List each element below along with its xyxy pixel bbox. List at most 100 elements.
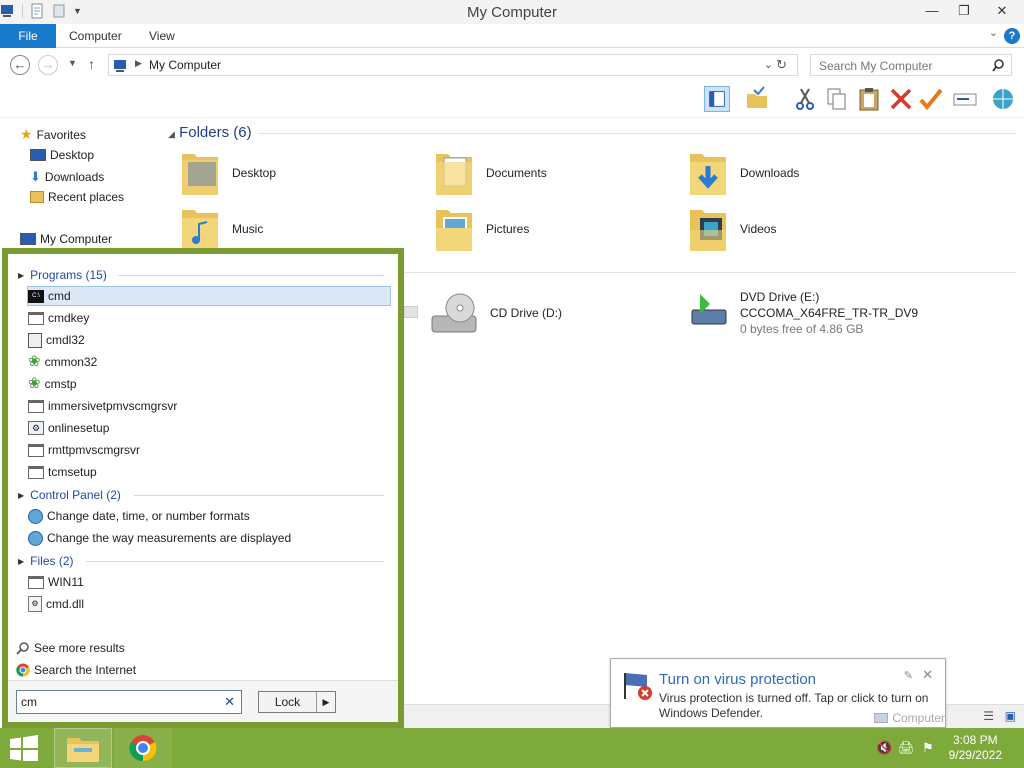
action-center-icon[interactable]: ⚑	[922, 740, 934, 756]
clear-search-icon[interactable]: ✕	[224, 694, 235, 710]
nav-favorites[interactable]: ★ Favorites	[20, 126, 86, 143]
taskbar-file-explorer[interactable]	[54, 728, 112, 768]
folder-videos[interactable]: Videos	[688, 204, 776, 254]
start-button[interactable]	[0, 728, 48, 768]
check-icon[interactable]	[918, 86, 944, 112]
paste-icon[interactable]	[856, 86, 882, 112]
control-measurements[interactable]: Change the way measurements are displaye…	[28, 528, 291, 548]
volume-muted-icon[interactable]: 🔇	[876, 740, 892, 756]
network-globe-icon[interactable]	[990, 86, 1016, 112]
program-onlinesetup[interactable]: ⚙ onlinesetup	[28, 418, 109, 438]
dvd-drive[interactable]: DVD Drive (E:) CCCOMA_X64FRE_TR-TR_DV9 0…	[690, 290, 918, 336]
notification-source: Computer	[874, 711, 945, 725]
folder-pictures-label: Pictures	[486, 222, 530, 236]
nav-desktop[interactable]: Desktop	[30, 148, 94, 162]
address-path: My Computer	[149, 58, 222, 72]
breadcrumb-chevron-icon[interactable]: ▶	[135, 58, 142, 69]
file-window-icon	[28, 575, 44, 589]
files-section-header[interactable]: ▶ Files (2)	[18, 554, 74, 568]
program-cmd[interactable]: C:\ cmd	[27, 286, 391, 306]
help-icon[interactable]: ?	[1004, 28, 1020, 44]
maximize-button[interactable]: ❐	[948, 0, 980, 22]
programs-section-header[interactable]: ▶ Programs (15)	[18, 268, 107, 282]
downloads-icon: ⬇	[30, 169, 41, 184]
dvd-drive-free-space: 0 bytes free of 4.86 GB	[740, 322, 864, 336]
search-input[interactable]: Search My Computer	[810, 54, 1012, 76]
computer-icon[interactable]	[0, 3, 16, 19]
folder-options-icon[interactable]	[744, 86, 770, 112]
close-notification-icon[interactable]: ✕	[922, 667, 933, 683]
new-folder-icon[interactable]	[51, 3, 67, 19]
control-date-time-formats[interactable]: Change date, time, or number formats	[28, 506, 250, 526]
file-cmd-dll[interactable]: ⚙ cmd.dll	[28, 594, 84, 614]
delete-icon[interactable]	[888, 86, 914, 112]
copy-icon[interactable]	[824, 86, 850, 112]
connection-profile-icon: ❀	[28, 375, 41, 392]
network-icon[interactable]: 🖨	[898, 740, 915, 756]
folder-documents[interactable]: Documents	[434, 148, 547, 198]
region-globe-icon	[28, 530, 43, 546]
address-bar[interactable]: ▶ My Computer ⌄	[108, 54, 798, 76]
program-cmdl32[interactable]: cmdl32	[28, 330, 85, 350]
program-rmttpmvscmgrsvr[interactable]: rmttpmvscmgrsvr	[28, 440, 140, 460]
control-panel-section-header[interactable]: ▶ Control Panel (2)	[18, 488, 121, 502]
recent-locations-icon[interactable]: ▼	[68, 58, 77, 68]
back-button[interactable]: ←	[10, 55, 30, 75]
program-tcmsetup[interactable]: tcmsetup	[28, 462, 97, 482]
up-button[interactable]: ↑	[88, 56, 95, 72]
file-explorer-icon	[67, 738, 99, 762]
file-win11[interactable]: WIN11	[28, 572, 84, 592]
tab-view[interactable]: View	[149, 24, 175, 48]
pin-icon[interactable]: ✎	[904, 669, 913, 682]
search-internet[interactable]: Search the Internet	[16, 660, 136, 680]
taskbar-chrome[interactable]	[114, 728, 172, 768]
refresh-icon[interactable]: ↻	[776, 57, 787, 73]
program-cmstp[interactable]: ❀ cmstp	[28, 374, 77, 394]
start-search-input[interactable]: cm ✕	[16, 690, 242, 714]
search-icon	[16, 642, 29, 655]
power-options-arrow-icon[interactable]: ▶	[317, 692, 335, 712]
rename-icon[interactable]	[952, 86, 978, 112]
nav-recent-places[interactable]: Recent places	[30, 190, 124, 204]
folder-music[interactable]: Music	[180, 204, 263, 254]
program-cmdkey[interactable]: cmdkey	[28, 308, 89, 328]
notification-source-label: Computer	[892, 711, 945, 725]
qat-dropdown-icon[interactable]: ▼	[73, 6, 82, 16]
virus-protection-notification[interactable]: Turn on virus protection Virus protectio…	[610, 658, 946, 728]
nav-my-computer-label: My Computer	[40, 232, 113, 246]
program-label: rmttpmvscmgrsvr	[48, 443, 140, 457]
folder-downloads[interactable]: Downloads	[688, 148, 799, 198]
cd-drive[interactable]: CD Drive (D:)	[430, 290, 562, 336]
nav-favorites-label: Favorites	[36, 127, 86, 142]
program-cmmon32[interactable]: ❀ cmmon32	[28, 352, 97, 372]
details-view-icon[interactable]: ☰	[983, 709, 994, 723]
minimize-button[interactable]: —	[916, 0, 948, 22]
system-clock[interactable]: 3:08 PM 9/29/2022	[949, 733, 1002, 763]
folders-group-header[interactable]: ◢ Folders (6)	[168, 124, 252, 141]
lock-button[interactable]: Lock ▶	[258, 691, 336, 713]
expand-ribbon-icon[interactable]: ⌄	[989, 26, 998, 39]
nav-downloads[interactable]: ⬇ Downloads	[30, 169, 104, 185]
address-dropdown-icon[interactable]: ⌄	[764, 58, 773, 71]
folder-desktop[interactable]: Desktop	[180, 148, 276, 198]
forward-button[interactable]: →	[38, 55, 58, 75]
dvd-drive-name: DVD Drive (E:)	[740, 290, 820, 304]
large-icons-view-icon[interactable]: ▣	[1005, 709, 1016, 723]
program-label: onlinesetup	[48, 421, 110, 435]
cut-icon[interactable]	[792, 86, 818, 112]
properties-icon[interactable]	[29, 3, 45, 19]
cmd-icon: C:\	[28, 289, 44, 303]
folder-videos-label: Videos	[740, 222, 777, 236]
nav-my-computer[interactable]: My Computer	[20, 232, 112, 246]
search-icon[interactable]	[992, 59, 1005, 72]
tab-computer[interactable]: Computer	[69, 24, 122, 48]
program-immersivetpmvscmgrsvr[interactable]: immersivetpmvscmgrsvr	[28, 396, 177, 416]
preview-pane-icon[interactable]	[704, 86, 730, 112]
tab-file[interactable]: File	[0, 24, 56, 48]
section-divider	[86, 561, 384, 562]
start-search-query: cm	[21, 695, 37, 709]
close-button[interactable]: ✕	[980, 0, 1024, 22]
folder-pictures[interactable]: Pictures	[434, 204, 529, 254]
see-more-results[interactable]: See more results	[16, 638, 125, 658]
nav-downloads-label: Downloads	[44, 170, 105, 184]
